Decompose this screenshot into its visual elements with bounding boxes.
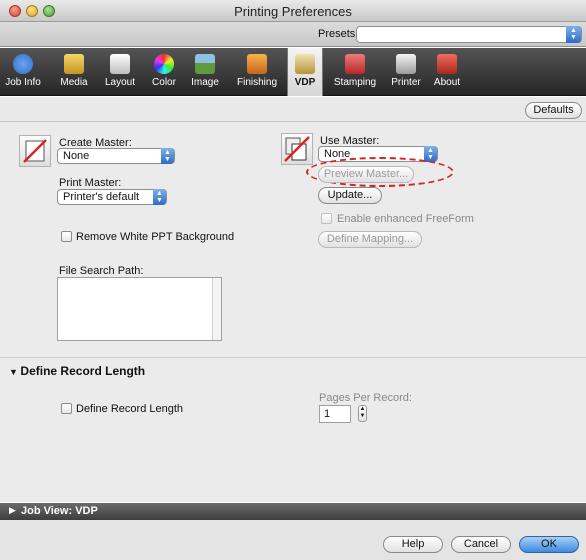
select-arrows-icon: ▲ ▼ [153, 189, 166, 205]
enable-freeform-checkbox[interactable] [321, 213, 332, 224]
tab-vdp[interactable]: VDP [287, 48, 323, 96]
presets-bar: Presets: ▲ ▼ [0, 22, 586, 47]
print-master-value: Printer's default [63, 191, 140, 203]
remove-white-bg-label: Remove White PPT Background [76, 231, 235, 243]
disclosure-triangle-icon: ▶ [9, 505, 16, 515]
define-record-length-label: Define Record Length [76, 403, 184, 415]
defaults-button[interactable]: Defaults [525, 102, 582, 119]
about-icon [437, 54, 457, 74]
tab-label: Image [191, 77, 219, 88]
tab-stamping[interactable]: Stamping [329, 48, 381, 96]
scrollbar[interactable] [212, 278, 221, 340]
tab-about[interactable]: About [430, 48, 464, 96]
enable-freeform-label: Enable enhanced FreeForm [337, 213, 474, 225]
remove-white-bg-checkbox[interactable] [61, 231, 72, 242]
color-wheel-icon [154, 54, 174, 74]
help-button[interactable]: Help [383, 536, 443, 553]
job-view-bar[interactable]: ▶ Job View: VDP [0, 503, 586, 520]
tab-printer[interactable]: Printer [386, 48, 426, 96]
create-master-select[interactable]: None ▲ ▼ [57, 148, 175, 164]
title-bar: Printing Preferences [0, 0, 586, 22]
printer-icon [396, 54, 416, 74]
job-view-label: Job View: VDP [21, 505, 98, 517]
layout-icon [110, 54, 130, 74]
section-divider [0, 357, 586, 358]
print-master-label: Print Master: [59, 177, 122, 189]
tab-label: Finishing [236, 77, 278, 88]
tab-label: VDP [294, 77, 316, 88]
tab-label: Layout [104, 77, 136, 88]
select-arrows-icon: ▲ ▼ [566, 26, 581, 43]
info-icon [13, 54, 33, 74]
tab-label: Printer [391, 77, 421, 88]
define-record-section-header[interactable]: ▼ Define Record Length [9, 364, 145, 378]
tab-label: Media [60, 77, 88, 88]
pages-per-record-label: Pages Per Record: [319, 392, 412, 404]
presets-select[interactable]: ▲ ▼ [356, 26, 582, 43]
defaults-strip: Defaults [0, 97, 586, 122]
vdp-icon [295, 54, 315, 74]
update-button[interactable]: Update... [318, 187, 382, 204]
select-arrows-icon: ▲ ▼ [161, 148, 174, 164]
tab-job-info[interactable]: Job Info [0, 48, 46, 96]
image-icon [195, 54, 215, 74]
use-master-icon [281, 133, 313, 165]
print-master-select[interactable]: Printer's default ▲ ▼ [57, 189, 167, 205]
stamp-icon [345, 54, 365, 74]
tab-label: Color [152, 77, 176, 88]
tab-color[interactable]: Color [146, 48, 182, 96]
footer: Help Cancel OK [0, 520, 586, 560]
tab-label: About [433, 77, 461, 88]
tab-image[interactable]: Image [186, 48, 224, 96]
pages-per-record-field[interactable]: 1 [319, 405, 351, 423]
define-mapping-button[interactable]: Define Mapping... [318, 231, 422, 248]
presets-label: Presets: [318, 28, 359, 40]
finishing-icon [247, 54, 267, 74]
create-master-icon [19, 135, 51, 167]
file-search-path-label: File Search Path: [59, 265, 144, 277]
toolbar: Job Info Media Layout Color Image Finish… [0, 48, 586, 96]
disclosure-triangle-icon: ▼ [9, 367, 21, 377]
tab-layout[interactable]: Layout [100, 48, 140, 96]
create-master-value: None [63, 150, 90, 162]
tab-label: Stamping [333, 77, 377, 88]
ok-button[interactable]: OK [519, 536, 579, 553]
pages-per-record-stepper[interactable]: ▲ ▼ [358, 405, 367, 422]
section-title: Define Record Length [20, 364, 146, 378]
tab-label: Job Info [5, 77, 41, 88]
cancel-button[interactable]: Cancel [451, 536, 511, 553]
define-record-length-checkbox[interactable] [61, 403, 72, 414]
window-title: Printing Preferences [234, 4, 352, 19]
tab-media[interactable]: Media [54, 48, 94, 96]
media-icon [64, 54, 84, 74]
tab-finishing[interactable]: Finishing [232, 48, 282, 96]
file-search-path-field[interactable] [57, 277, 222, 341]
preview-master-button[interactable]: Preview Master... [318, 166, 414, 183]
